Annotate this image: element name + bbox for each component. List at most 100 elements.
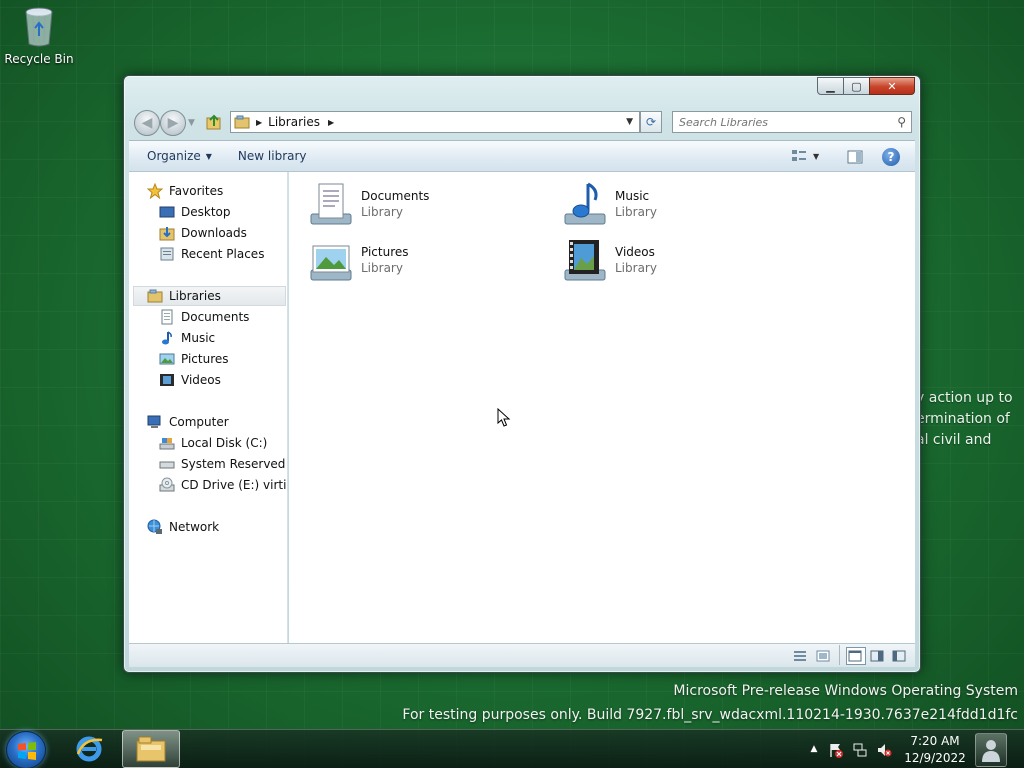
library-name: Music	[615, 189, 650, 203]
layout-details-pane-button[interactable]	[869, 648, 885, 667]
internet-explorer-icon	[76, 736, 103, 762]
library-name: Videos	[615, 245, 655, 259]
show-desktop-button[interactable]	[975, 733, 1007, 767]
search-icon[interactable]: ⚲	[897, 115, 906, 129]
library-type: Library	[615, 261, 657, 275]
breadcrumb-separator-icon[interactable]: ▶	[328, 118, 334, 127]
search-box[interactable]: ⚲	[672, 111, 912, 133]
nav-item-downloads[interactable]: Downloads	[159, 223, 247, 243]
new-library-label: New library	[237, 149, 307, 163]
minimize-button[interactable]: ▁	[817, 77, 844, 95]
pictures-icon	[159, 351, 175, 367]
pictures-library-icon	[307, 236, 355, 284]
details-view-icon	[792, 648, 808, 664]
recent-pages-chevron-icon[interactable]: ▼	[188, 118, 195, 128]
nav-item-pictures[interactable]: Pictures	[159, 349, 229, 369]
status-bar	[129, 643, 915, 667]
navigation-row: ◀ ▶ ▼ ▶ Libraries ▶ ▼ ⟳ ⚲	[132, 108, 912, 136]
new-library-button[interactable]: New library	[230, 149, 315, 163]
taskbar-windows-explorer[interactable]	[122, 730, 180, 768]
nav-item-label: Pictures	[181, 352, 229, 366]
start-button[interactable]	[6, 731, 46, 768]
up-folder-icon[interactable]	[205, 113, 223, 131]
nav-item-system-reserved[interactable]: System Reserved (D:	[159, 454, 287, 474]
preview-pane-icon	[847, 149, 863, 165]
action-center-flag-icon[interactable]	[828, 742, 844, 758]
chevron-down-icon: ▼	[205, 151, 212, 161]
recycle-bin[interactable]: Recycle Bin	[4, 6, 74, 66]
organize-button[interactable]: Organize ▼	[139, 149, 220, 163]
windows-explorer-icon	[136, 736, 166, 762]
nav-network[interactable]: Network	[147, 517, 219, 537]
nav-favorites[interactable]: Favorites	[146, 181, 223, 201]
music-library-icon	[561, 180, 609, 228]
help-button[interactable]: ?	[882, 148, 900, 166]
back-arrow-icon: ◀	[141, 115, 153, 131]
desktop-icon	[159, 204, 175, 220]
nav-item-label: Local Disk (C:)	[181, 436, 268, 450]
nav-item-label: Downloads	[181, 226, 247, 240]
status-divider	[839, 645, 840, 665]
breadcrumb-libraries[interactable]: Libraries	[268, 115, 320, 129]
large-icons-view-button[interactable]	[815, 648, 831, 667]
layout-single-pane-button[interactable]	[846, 647, 866, 665]
nav-item-videos[interactable]: Videos	[159, 370, 221, 390]
cd-drive-icon	[159, 477, 175, 493]
layout-preview-pane-icon	[891, 648, 907, 664]
refresh-button[interactable]: ⟳	[640, 111, 662, 133]
nav-computer[interactable]: Computer	[147, 412, 229, 432]
nav-item-label: Recent Places	[181, 247, 265, 261]
window-controls: ▁ ▢ ✕	[817, 77, 915, 95]
show-hidden-icons-button[interactable]: ▲	[806, 741, 822, 757]
address-bar[interactable]: ▶ Libraries ▶ ▼	[230, 111, 640, 133]
user-silhouette-icon	[982, 740, 1000, 762]
breadcrumb-separator-icon[interactable]: ▶	[256, 118, 262, 127]
nav-libraries[interactable]: Libraries	[133, 286, 286, 306]
videos-library-icon	[561, 236, 609, 284]
nav-item-label: Videos	[181, 373, 221, 387]
background-text-line: y action up to	[916, 390, 1013, 406]
nav-item-desktop[interactable]: Desktop	[159, 202, 231, 222]
nav-item-documents[interactable]: Documents	[159, 307, 249, 327]
forward-arrow-icon: ▶	[167, 115, 179, 131]
back-button[interactable]: ◀	[134, 110, 160, 136]
explorer-window: ▁ ▢ ✕ ◀ ▶ ▼ ▶ Libraries ▶ ▼ ⟳ ⚲ Organize…	[123, 75, 921, 673]
library-type: Library	[361, 205, 403, 219]
library-type: Library	[361, 261, 403, 275]
large-icons-view-icon	[815, 648, 831, 664]
network-status-icon[interactable]	[852, 742, 868, 758]
recycle-bin-icon	[23, 6, 55, 48]
search-input[interactable]	[673, 115, 898, 129]
details-view-button[interactable]	[792, 648, 808, 667]
background-text-line: ermination of	[916, 411, 1010, 427]
refresh-icon: ⟳	[645, 115, 657, 129]
nav-item-local-disk[interactable]: Local Disk (C:)	[159, 433, 267, 453]
library-item-music[interactable]: Music Library	[561, 180, 657, 228]
clock-time: 7:20 AM	[910, 734, 960, 748]
background-text-line: al civil and	[916, 432, 992, 448]
layout-preview-pane-button[interactable]	[891, 648, 907, 667]
close-button[interactable]: ✕	[869, 77, 915, 95]
watermark-line-2: For testing purposes only. Build 7927.fb…	[402, 707, 1018, 723]
nav-item-label: CD Drive (E:) virtio-v	[181, 478, 287, 492]
change-view-button[interactable]: ▼	[791, 148, 819, 164]
nav-item-recent-places[interactable]: Recent Places	[159, 244, 264, 264]
maximize-button[interactable]: ▢	[843, 77, 870, 95]
library-item-videos[interactable]: Videos Library	[561, 236, 657, 284]
address-dropdown-icon[interactable]: ▼	[626, 117, 633, 127]
forward-button[interactable]: ▶	[160, 110, 186, 136]
library-item-documents[interactable]: Documents Library	[307, 180, 429, 228]
preview-pane-button[interactable]	[847, 149, 863, 168]
organize-label: Organize	[147, 149, 201, 163]
star-icon	[146, 182, 164, 200]
nav-item-music[interactable]: Music	[159, 328, 215, 348]
system-clock[interactable]: 7:20 AM 12/9/2022	[900, 733, 970, 767]
library-item-pictures[interactable]: Pictures Library	[307, 236, 409, 284]
navigation-pane: Favorites Desktop Downloads Recent Place…	[129, 172, 288, 643]
taskbar-internet-explorer[interactable]	[60, 730, 118, 768]
libraries-folder-icon	[234, 114, 250, 130]
nav-item-cd-drive[interactable]: CD Drive (E:) virtio-v	[159, 475, 287, 495]
nav-item-label: Music	[181, 331, 216, 345]
volume-muted-icon[interactable]	[876, 742, 892, 758]
taskbar: ▲ 7:20 AM 12/9/2022	[0, 729, 1024, 768]
